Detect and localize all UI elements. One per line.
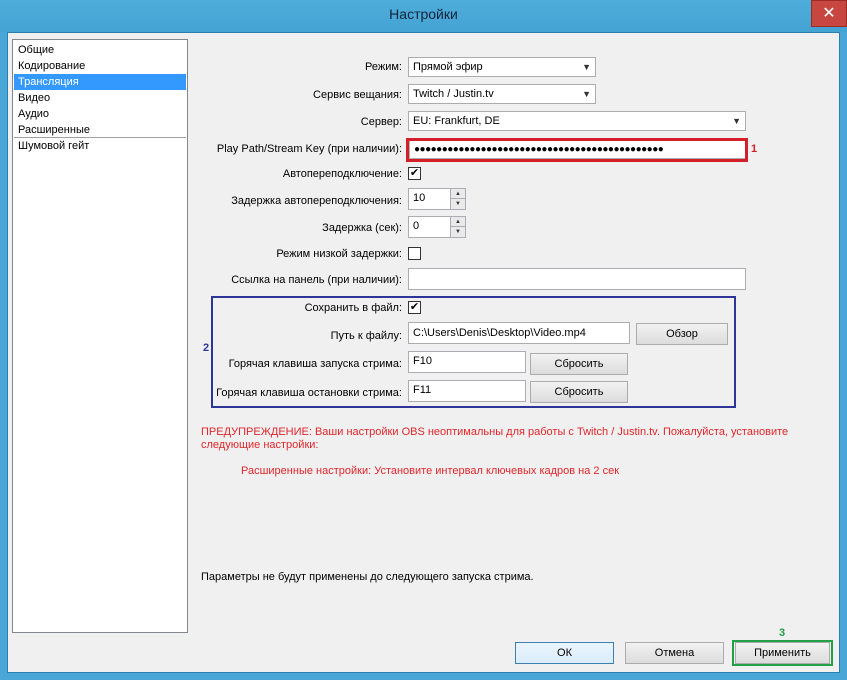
apply-notice: Параметры не будут применены до следующе… <box>201 571 534 583</box>
sidebar-item-audio[interactable]: Аудио <box>14 106 186 122</box>
window-title: Настройки <box>389 6 458 22</box>
stop-hotkey-label: Горячая клавиша остановки стрима: <box>216 387 402 399</box>
stop-hotkey-input[interactable]: F11 <box>408 380 526 402</box>
server-value: EU: Frankfurt, DE <box>413 115 500 127</box>
title-bar[interactable]: Настройки ✕ <box>0 0 847 32</box>
service-select[interactable]: Twitch / Justin.tv ▼ <box>408 84 596 104</box>
mode-value: Прямой эфир <box>413 61 483 73</box>
mode-select[interactable]: Прямой эфир ▼ <box>408 57 596 77</box>
highlight-apply-button <box>732 640 833 666</box>
file-path-label: Путь к файлу: <box>330 330 402 342</box>
reconnect-delay-label: Задержка автопереподключения: <box>231 195 402 207</box>
close-icon: ✕ <box>822 5 836 22</box>
auto-reconnect-label: Автопереподключение: <box>282 168 402 180</box>
file-path-input[interactable]: C:\Users\Denis\Desktop\Video.mp4 <box>408 322 630 344</box>
dashboard-link-input[interactable] <box>408 268 746 290</box>
spin-up-icon[interactable]: ▲ <box>450 217 465 227</box>
dashboard-link-label: Ссылка на панель (при наличии): <box>231 274 402 286</box>
reconnect-delay-value: 10 <box>413 192 426 204</box>
stream-key-label: Play Path/Stream Key (при наличии): <box>216 143 402 155</box>
delay-value: 0 <box>413 220 420 232</box>
sidebar-item-broadcast[interactable]: Трансляция <box>14 74 186 90</box>
start-hotkey-label: Горячая клавиша запуска стрима: <box>228 358 402 370</box>
warning-advanced: Расширенные настройки: Установите интерв… <box>241 465 620 477</box>
sidebar-item-noise-gate[interactable]: Шумовой гейт <box>14 138 186 154</box>
sidebar-item-encoding[interactable]: Кодирование <box>14 58 186 74</box>
reset-stop-hotkey-button[interactable]: Сбросить <box>530 381 628 403</box>
chevron-down-icon: ▼ <box>732 116 741 126</box>
delay-spinbox[interactable]: 0 ▲ ▼ <box>408 216 466 238</box>
service-label: Сервис вещания: <box>313 89 402 101</box>
auto-reconnect-checkbox[interactable]: ✔ <box>408 167 421 180</box>
ok-button[interactable]: ОК <box>515 642 614 664</box>
spin-up-icon[interactable]: ▲ <box>450 189 465 199</box>
delay-label: Задержка (сек): <box>322 222 402 234</box>
server-label: Сервер: <box>360 116 402 128</box>
client-area: Общие Кодирование Трансляция Видео Аудио… <box>7 32 840 673</box>
marker-3: 3 <box>779 627 786 639</box>
warning-line-1: ПРЕДУПРЕЖДЕНИЕ: Ваши настройки OBS неопт… <box>201 426 789 438</box>
marker-2: 2 <box>203 342 210 354</box>
warning-line-2: следующие настройки: <box>201 439 319 451</box>
highlight-stream-key <box>406 138 748 162</box>
chevron-down-icon: ▼ <box>582 89 591 99</box>
settings-window: Настройки ✕ Общие Кодирование Трансляция… <box>0 0 847 680</box>
spin-down-icon[interactable]: ▼ <box>450 199 465 209</box>
save-to-file-checkbox[interactable]: ✔ <box>408 301 421 314</box>
low-latency-label: Режим низкой задержки: <box>276 248 402 260</box>
spin-down-icon[interactable]: ▼ <box>450 227 465 237</box>
low-latency-checkbox[interactable] <box>408 247 421 260</box>
save-to-file-label: Сохранить в файл: <box>304 302 402 314</box>
cancel-button[interactable]: Отмена <box>625 642 724 664</box>
reset-start-hotkey-button[interactable]: Сбросить <box>530 353 628 375</box>
service-value: Twitch / Justin.tv <box>413 88 494 100</box>
browse-button[interactable]: Обзор <box>636 323 728 345</box>
sidebar-item-video[interactable]: Видео <box>14 90 186 106</box>
chevron-down-icon: ▼ <box>582 62 591 72</box>
start-hotkey-input[interactable]: F10 <box>408 351 526 373</box>
marker-1: 1 <box>751 143 758 155</box>
sidebar-item-advanced[interactable]: Расширенные <box>14 122 186 138</box>
settings-category-list[interactable]: Общие Кодирование Трансляция Видео Аудио… <box>12 39 188 633</box>
server-select[interactable]: EU: Frankfurt, DE ▼ <box>408 111 746 131</box>
mode-label: Режим: <box>365 61 402 73</box>
sidebar-item-general[interactable]: Общие <box>14 42 186 58</box>
close-button[interactable]: ✕ <box>811 0 847 27</box>
reconnect-delay-spinbox[interactable]: 10 ▲ ▼ <box>408 188 466 210</box>
